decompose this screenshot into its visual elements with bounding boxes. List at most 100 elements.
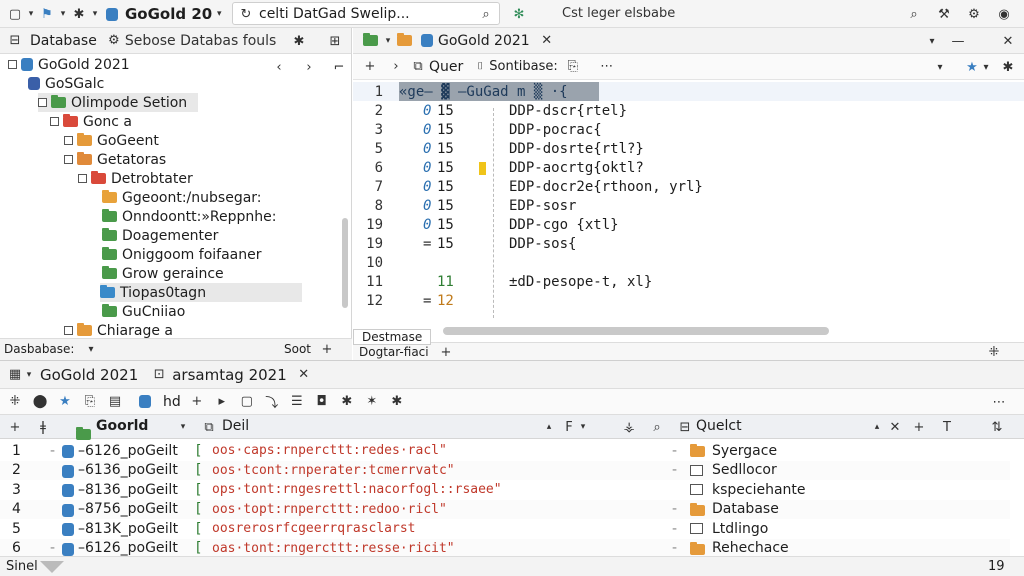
chevron-down-icon[interactable]: ▾ [931,58,949,76]
checkbox-icon[interactable] [690,523,703,534]
cell-id[interactable]: –6126_poGeilt [78,443,178,459]
collapse-icon[interactable] [38,98,47,107]
table-row[interactable]: 5 –813K_poGeilt [ oosrerosrfcgeerrqrascl… [0,519,1010,539]
save-icon[interactable]: ◘ [313,393,331,411]
chevron-down-icon[interactable]: ▾ [977,58,995,76]
expand-icon[interactable]: ⌐ [330,58,348,76]
query-label[interactable]: Quer [429,59,463,75]
connection-label[interactable]: Sontibase: [489,59,558,74]
collapse-icon[interactable] [64,326,73,335]
chevron-down-icon[interactable]: ▾ [58,5,68,23]
cell-object[interactable]: Syergace [712,443,777,459]
chevron-down-icon[interactable]: ▾ [574,418,592,436]
cell-value[interactable]: ops·tont:rngesrettl:nacorfogl::rsaee" [212,482,502,497]
panel-icon[interactable]: ⊟ [6,32,24,50]
cell-object[interactable]: kspeciehante [712,482,806,498]
search-input[interactable]: celti DatGad Swelip... [259,6,410,22]
add-icon[interactable]: + [910,418,928,436]
cell-value[interactable]: oas·tont:rngercttt:resse·ricit" [212,541,455,556]
table-row[interactable]: 1 ‑ –6126_poGeilt [ oos·caps:rnpercttt:r… [0,441,1010,461]
column-header-id[interactable]: Goorld [96,418,148,434]
swap-icon[interactable]: ⇅ [988,418,1006,436]
horizontal-scrollbar[interactable] [443,327,829,335]
cell-object[interactable]: Database [712,501,779,517]
chevron-right-icon[interactable]: › [300,58,318,76]
table-row[interactable]: 3 –8136_poGeilt [ ops·tont:rngesrettl:na… [0,480,1010,500]
add-icon[interactable]: + [361,58,379,76]
status-scroll-indicator[interactable] [40,561,64,573]
table-row[interactable]: 4 –8756_poGeilt [ oos·topt:rnpercttt:red… [0,499,1010,519]
cell-object[interactable]: Sedllocor [712,462,777,478]
window-icon[interactable]: ▢ [6,5,24,23]
tree-item[interactable]: GoGold 2021 [8,55,130,74]
play-icon[interactable]: ▸ [213,393,231,411]
gear-icon[interactable]: ⚙ [105,32,123,50]
chevron-down-icon[interactable]: ▾ [26,5,36,23]
grip-icon[interactable]: ⁜ [6,393,24,411]
filter-icon[interactable]: ⧉ [200,418,218,436]
query-icon[interactable]: ⧉ [409,58,427,76]
project-name[interactable]: GoGold 20 [125,5,212,23]
close-icon[interactable]: ✕ [999,32,1017,50]
chevron-right-icon[interactable]: › [387,58,405,76]
transaction-icon[interactable]: ⤵ [263,393,281,411]
sort-icon[interactable]: ǂ [34,418,52,436]
tree-item[interactable]: Tiopas0tagn [100,283,302,302]
copy-icon[interactable]: ⎘ [81,393,99,411]
settings-icon[interactable]: ✱ [290,32,308,50]
cell-object[interactable]: Ltdlingo [712,521,768,537]
add-icon[interactable]: + [318,340,336,358]
close-icon[interactable]: ✕ [295,366,313,384]
collapse-icon[interactable] [78,174,87,183]
filter-icon[interactable]: ⚶ [620,418,638,436]
star-icon[interactable]: ★ [56,393,74,411]
tree-item[interactable]: Grow geraince [102,264,224,283]
tree-item[interactable]: Doagementer [102,226,218,245]
column-header-object[interactable]: Quelct [696,418,742,434]
cell-object[interactable]: Rehechace [712,540,789,556]
connection-icon[interactable]: ⌷ [471,58,489,76]
tree-item[interactable]: Getatoras [64,150,166,169]
tab-results-1[interactable]: GoGold 2021 [40,366,138,384]
cell-value[interactable]: oos·tcont:rnperater:tcmerrvatc" [212,463,455,478]
chevron-down-icon[interactable]: ▾ [214,5,224,23]
record-icon[interactable]: ⬤ [31,393,49,411]
scrollbar[interactable] [342,218,348,308]
column-header-value[interactable]: Deil [222,418,249,434]
grip-icon[interactable]: ⁜ [985,343,1003,361]
format-icon[interactable]: ⎘ [564,58,582,76]
tool-label[interactable]: hd [163,394,181,410]
search-icon[interactable]: ⌕ [648,418,666,436]
more-icon[interactable]: ⋯ [598,58,616,76]
user-icon[interactable]: ◉ [995,5,1013,23]
tree-item[interactable]: Ggeoont:/nubsegar: [102,188,262,207]
tree-item[interactable]: Onndoontt:»Reppnhe: [102,207,276,226]
cell-id[interactable]: –8756_poGeilt [78,501,178,517]
tree-item[interactable]: Detrobtater [78,169,193,188]
tree-item[interactable]: Gonc a [50,112,132,131]
gear-icon[interactable]: ✱ [70,5,88,23]
connect-icon[interactable]: ⚑ [38,5,56,23]
close-icon[interactable]: ✕ [538,32,556,50]
settings-icon[interactable]: ✱ [388,393,406,411]
chevron-down-icon[interactable]: ▾ [24,366,34,384]
cell-value[interactable]: oos·topt:rnpercttt:redoo·ricl" [212,502,447,517]
editor-footer-tab[interactable]: Destmase [353,329,432,345]
chevron-left-icon[interactable]: ‹ [270,58,288,76]
tab-editor[interactable]: GoGold 2021 [438,33,530,49]
cell-id[interactable]: –813K_poGeilt [78,521,178,537]
checkbox-icon[interactable] [690,464,703,476]
layout-icon[interactable]: ⊞ [326,32,344,50]
plugin-icon[interactable]: ✻ [510,5,528,23]
chevron-down-icon[interactable]: ▾ [90,5,100,23]
chevron-down-icon[interactable]: ▾ [82,340,100,358]
tree-item[interactable]: GoSGalc [28,74,104,93]
chevron-down-icon[interactable]: ▾ [174,418,192,436]
pin-icon[interactable]: ✶ [363,393,381,411]
chevron-down-icon[interactable]: ▾ [923,32,941,50]
tree-item[interactable]: Oniggoom foifaaner [102,245,262,264]
tree-item[interactable]: GoGeent [64,131,159,150]
add-icon[interactable]: + [6,418,24,436]
add-icon[interactable]: + [437,343,455,361]
text-icon[interactable]: T [938,418,956,436]
